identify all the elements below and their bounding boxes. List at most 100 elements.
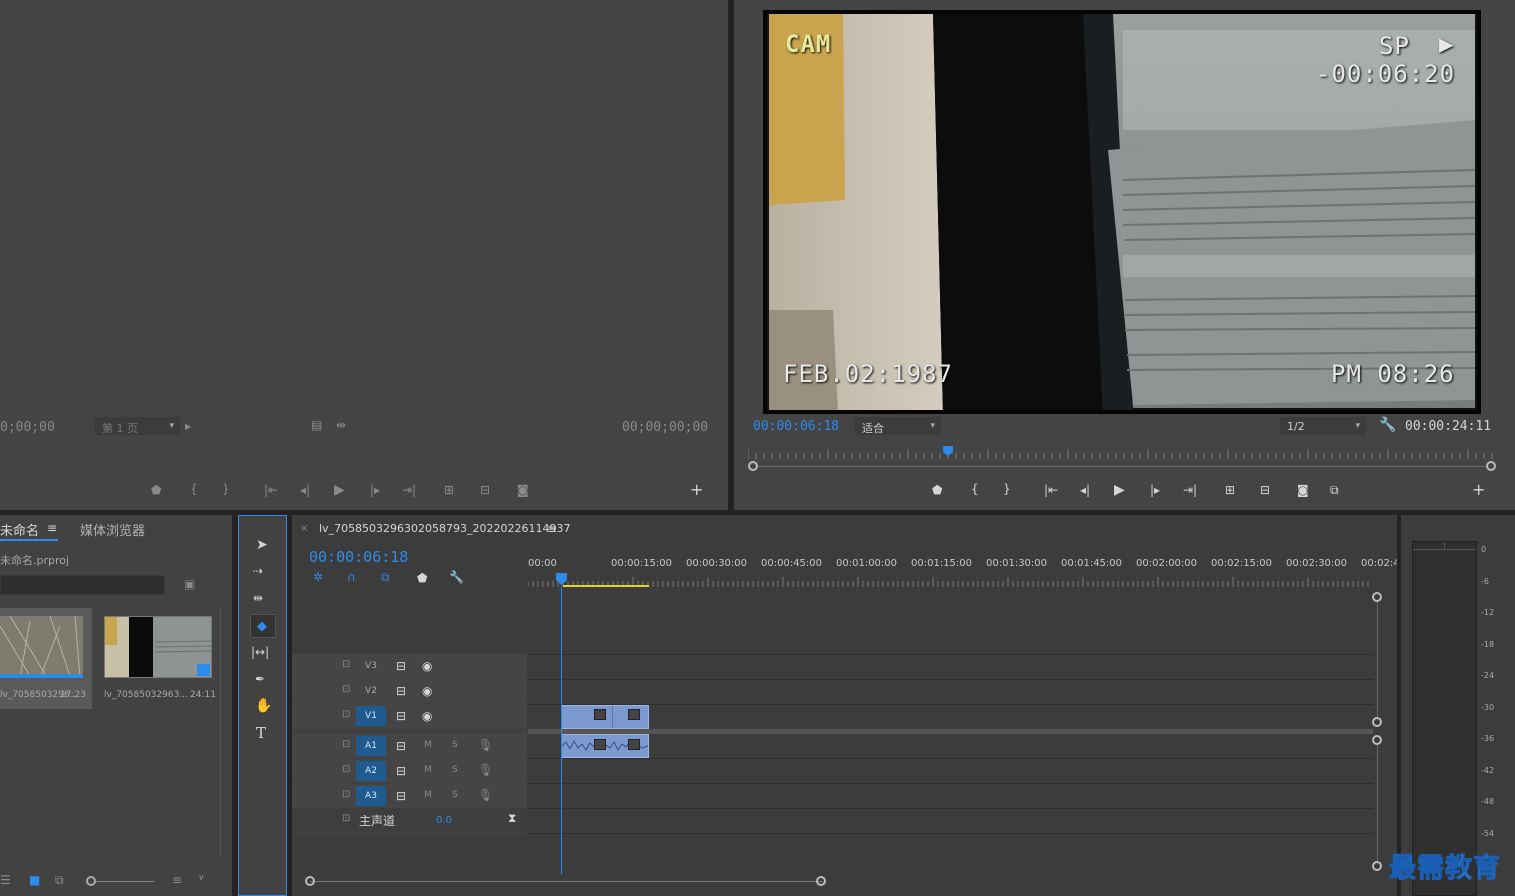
track-select-tool-icon[interactable]: ⇢	[253, 565, 263, 577]
go-to-out-icon[interactable]: ⇥|	[402, 484, 416, 496]
track-target-v2[interactable]: V2	[356, 681, 386, 701]
new-bin-icon[interactable]: ▣	[184, 578, 195, 590]
zoom-handle-left[interactable]	[748, 461, 758, 471]
play-icon[interactable]: ▶	[1114, 483, 1125, 497]
lock-icon[interactable]: ⊡	[342, 660, 350, 670]
mute-button[interactable]: M	[424, 766, 432, 775]
compare-icon[interactable]: ⧉	[1330, 484, 1339, 496]
mark-in-icon[interactable]: {	[971, 483, 979, 495]
trim-icon[interactable]: ⇹	[336, 419, 346, 431]
razor-tool-active[interactable]: ◆	[250, 614, 276, 638]
lock-icon[interactable]: ⊡	[342, 685, 350, 695]
microphone-icon[interactable]: 🎙	[478, 739, 493, 751]
menu-icon[interactable]: ≡	[47, 522, 57, 534]
mark-out-icon[interactable]: }	[1003, 483, 1011, 495]
timeline-ruler[interactable]: 00:00 00:00:15:00 00:00:30:00 00:00:45:00 00…	[528, 555, 1397, 587]
zoom-bar-track[interactable]	[752, 466, 1492, 467]
solo-button[interactable]: S	[452, 741, 458, 750]
solo-button[interactable]: S	[452, 791, 458, 800]
lift-icon[interactable]: ⊞	[1225, 484, 1235, 496]
track-target-a3[interactable]: A3	[356, 786, 386, 806]
sync-lock-icon[interactable]: ⊟	[396, 710, 406, 722]
track-target-a2[interactable]: A2	[356, 761, 386, 781]
fit-select[interactable]: 适合 ▾	[855, 417, 941, 435]
solo-button[interactable]: S	[452, 766, 458, 775]
add-button-icon[interactable]: +	[1472, 482, 1485, 498]
wrench-icon[interactable]: 🔧	[449, 571, 464, 583]
overwrite-icon[interactable]: ⊟	[480, 484, 490, 496]
mute-button[interactable]: M	[424, 791, 432, 800]
nest-icon[interactable]: ✲	[313, 571, 323, 583]
step-back-icon[interactable]: ◂|	[300, 484, 310, 496]
h-scroll-handle-left[interactable]	[305, 876, 315, 886]
h-scroll-handle-right[interactable]	[816, 876, 826, 886]
tab-media-browser[interactable]: 媒体浏览器	[80, 520, 145, 539]
page-select[interactable]: 第 1 页 ▾	[95, 417, 180, 435]
master-value[interactable]: 0.0	[436, 815, 452, 826]
hand-tool-icon[interactable]: ✋	[255, 699, 272, 713]
horizontal-scroll-track[interactable]	[310, 881, 823, 882]
marker-icon[interactable]: ⬟	[151, 484, 161, 496]
lock-icon[interactable]: ⊡	[342, 765, 350, 775]
lock-icon[interactable]: ⊡	[342, 740, 350, 750]
sync-lock-icon[interactable]: ⊟	[396, 790, 406, 802]
video-clip[interactable]	[561, 705, 649, 729]
project-item-1[interactable]: lv_7058503296... 17:23	[0, 608, 92, 709]
pen-tool-icon[interactable]: ✒	[255, 673, 265, 685]
wrench-icon[interactable]: 🔧	[1379, 418, 1396, 432]
go-to-in-icon[interactable]: |⇤	[1044, 484, 1058, 496]
clip-edit-point[interactable]	[612, 706, 613, 728]
lock-icon[interactable]: ⊡	[342, 814, 350, 824]
project-item-2-thumbnail[interactable]	[104, 616, 212, 678]
marker-icon[interactable]: ⬟	[932, 484, 942, 496]
sequence-tab[interactable]: lv_7058503296302058793_20220226114937	[319, 522, 571, 535]
program-video-frame[interactable]: CAM SP ▶ -00:06:20 FEB.02:1987 PM 08:26	[763, 10, 1481, 414]
extract-icon[interactable]: ⊟	[1260, 484, 1270, 496]
linked-selection-icon[interactable]: ⧉	[381, 571, 390, 583]
settings-icon[interactable]: ▤	[311, 419, 322, 431]
zoom-slider-handle[interactable]	[86, 876, 96, 886]
resolution-select[interactable]: 1/2 ▾	[1280, 417, 1366, 435]
tab-project[interactable]: 未命名	[0, 520, 39, 539]
audio-scroll-track[interactable]	[1377, 745, 1378, 861]
sync-lock-icon[interactable]: ⊟	[396, 740, 406, 752]
video-scroll-handle-bottom[interactable]	[1372, 717, 1382, 727]
zoom-slider-track[interactable]	[96, 881, 154, 882]
source-timecode-in[interactable]: 0;00;00	[0, 420, 55, 435]
icon-view-icon[interactable]: ■	[29, 874, 40, 886]
snap-icon[interactable]: ∩	[347, 571, 356, 583]
mark-out-icon[interactable]: }	[222, 483, 230, 495]
mute-button[interactable]: M	[424, 741, 432, 750]
sync-lock-icon[interactable]: ⊟	[396, 660, 406, 672]
microphone-icon[interactable]: 🎙	[478, 789, 493, 801]
close-icon[interactable]: ×	[300, 524, 308, 534]
camera-icon[interactable]: ◙	[517, 484, 529, 496]
program-time-ruler[interactable]	[747, 447, 1496, 459]
eye-icon[interactable]: ◉	[422, 685, 432, 697]
video-scroll-track[interactable]	[1377, 602, 1378, 717]
eye-icon[interactable]: ◉	[422, 710, 432, 722]
add-marker-icon[interactable]: ⬟	[417, 572, 427, 584]
step-forward-icon[interactable]: |▸	[1150, 484, 1160, 496]
work-area-bar[interactable]	[563, 585, 649, 587]
zoom-handle-right[interactable]	[1486, 461, 1496, 471]
sync-lock-icon[interactable]: ⊟	[396, 765, 406, 777]
play-small-icon[interactable]: ▸	[185, 420, 191, 432]
sync-lock-icon[interactable]: ⊟	[396, 685, 406, 697]
audio-scroll-handle-top[interactable]	[1372, 735, 1382, 745]
search-input[interactable]	[0, 575, 165, 595]
video-scroll-handle-top[interactable]	[1372, 592, 1382, 602]
go-to-in-icon[interactable]: |⇤	[264, 484, 278, 496]
eye-icon[interactable]: ◉	[422, 660, 432, 672]
menu-icon[interactable]: ≡	[547, 523, 557, 535]
timeline-timecode[interactable]: 00:00:06:18	[309, 548, 408, 566]
track-target-a1[interactable]: A1	[356, 736, 386, 756]
microphone-icon[interactable]: 🎙	[478, 764, 493, 776]
play-icon[interactable]: ▶	[334, 483, 345, 497]
program-current-time[interactable]: 00:00:06:18	[753, 419, 839, 434]
type-tool-icon[interactable]: T	[256, 726, 266, 741]
camera-icon[interactable]: ◙	[1297, 484, 1309, 496]
freeform-view-icon[interactable]: ⧉	[55, 874, 64, 886]
mark-in-icon[interactable]: {	[190, 483, 198, 495]
lock-icon[interactable]: ⊡	[342, 710, 350, 720]
